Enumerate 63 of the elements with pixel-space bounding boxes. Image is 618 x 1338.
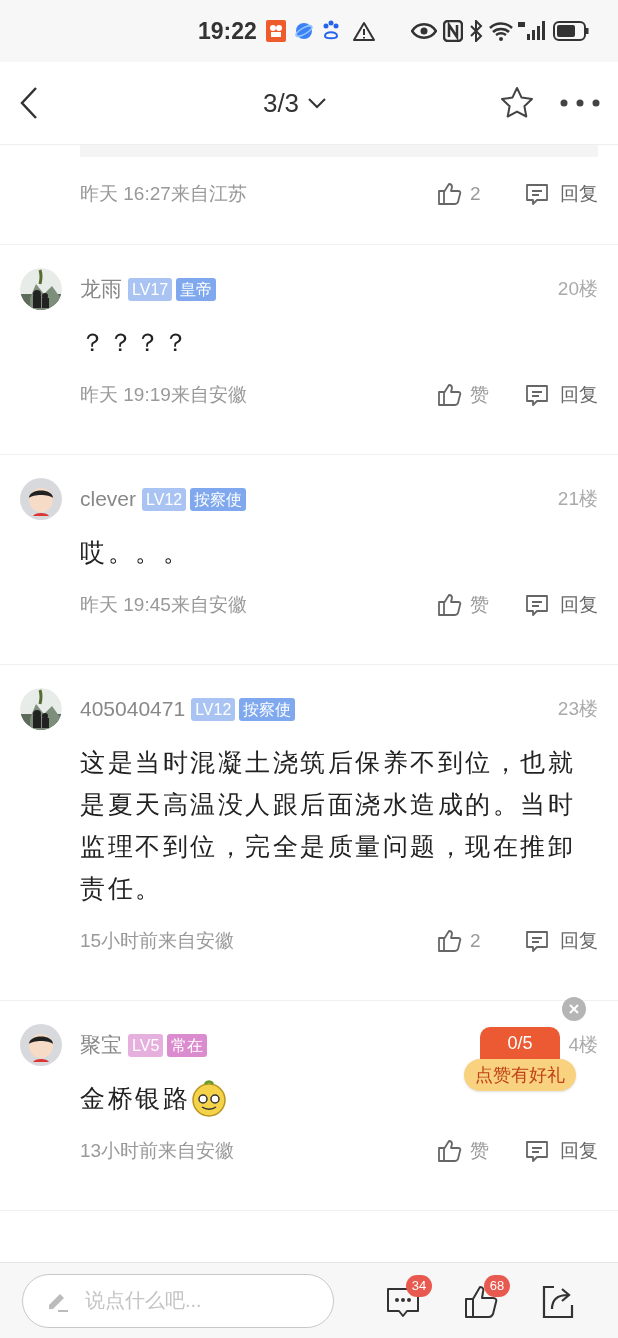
comment-text: 这是当时混凝土浇筑后保养不到位，也就是夏天高温没人跟后面浇水造成的。当时监理不到位，完全是质量问题，现在推卸责任。 — [80, 747, 576, 904]
like-count-badge: 68 — [484, 1274, 510, 1297]
level-badge: LV12 — [191, 697, 236, 721]
reply-bubble-icon — [524, 928, 550, 954]
title-badge: 常在 — [167, 1033, 208, 1057]
thumbs-up-icon — [436, 180, 462, 208]
reply-bubble-icon — [524, 382, 550, 408]
avatar-icon — [20, 478, 62, 520]
avatar-icon — [20, 1024, 62, 1066]
comment-time: 13小时前来自安徽 — [80, 1138, 236, 1163]
floor-number: 23楼 — [557, 696, 598, 721]
reply-button[interactable]: 回复 — [524, 1136, 598, 1166]
thumbs-up-icon — [436, 381, 462, 409]
more-icon[interactable] — [560, 99, 600, 107]
status-time: 19:22 — [198, 16, 257, 46]
comment-text: 金桥银路 — [80, 1083, 190, 1114]
comment-text: ？？？？ — [80, 327, 190, 358]
nfc-icon — [442, 20, 463, 42]
reply-button[interactable]: 回复 — [524, 926, 598, 956]
title-badge: 按察使 — [190, 487, 247, 511]
floor-number: 4楼 — [568, 1032, 598, 1057]
title-badge: 按察使 — [239, 697, 296, 721]
reply-button[interactable]: 回复 — [524, 380, 598, 410]
level-badge: LV17 — [128, 277, 173, 301]
level-badge: LV5 — [128, 1033, 164, 1057]
level-badge: LV12 — [142, 487, 187, 511]
reply-button[interactable]: 回复 — [524, 179, 598, 209]
comment-time: 昨天 19:45来自安徽 — [80, 592, 248, 617]
cellular-signal-icon — [516, 20, 545, 42]
user-name: 龙雨 — [80, 276, 122, 303]
reply-bubble-icon — [524, 1138, 550, 1164]
reply-bubble-icon — [524, 592, 550, 618]
close-icon — [569, 1004, 579, 1014]
warning-icon — [352, 21, 375, 41]
user-name: 聚宝 — [80, 1032, 122, 1059]
page-selector[interactable]: 3/3 — [262, 83, 328, 123]
user-name: clever — [80, 486, 137, 513]
thumbs-up-icon — [436, 591, 462, 619]
thumbs-up-icon — [436, 1137, 462, 1165]
chevron-down-icon — [307, 97, 328, 109]
wifi-icon — [488, 21, 513, 41]
reply-bubble-icon — [524, 181, 550, 207]
comment-time: 15小时前来自安徽 — [80, 928, 236, 953]
thumbs-up-icon — [436, 927, 462, 955]
comment-text: 哎。。。 — [80, 537, 190, 568]
reply-button[interactable]: 回复 — [524, 590, 598, 620]
app-notification-icon — [264, 19, 287, 43]
comment-time: 昨天 19:19来自安徽 — [80, 382, 248, 407]
like-button[interactable]: 赞 — [436, 380, 512, 410]
floor-number: 21楼 — [557, 486, 598, 511]
comment-count-badge: 34 — [406, 1274, 432, 1297]
user-name: 405040471 — [80, 696, 186, 723]
globe-notification-icon — [294, 22, 313, 40]
like-button[interactable]: 赞 — [436, 590, 512, 620]
bluetooth-icon — [468, 20, 483, 42]
star-icon[interactable] — [500, 86, 534, 120]
battery-icon — [552, 21, 589, 41]
eye-icon — [410, 23, 437, 39]
like-button[interactable]: 赞 — [436, 1136, 512, 1166]
title-badge: 皇帝 — [176, 277, 217, 301]
floor-number: 20楼 — [557, 276, 598, 301]
comment-input[interactable]: 说点什么吧... — [22, 1273, 334, 1328]
comment-time: 昨天 16:27来自江苏 — [80, 181, 248, 206]
